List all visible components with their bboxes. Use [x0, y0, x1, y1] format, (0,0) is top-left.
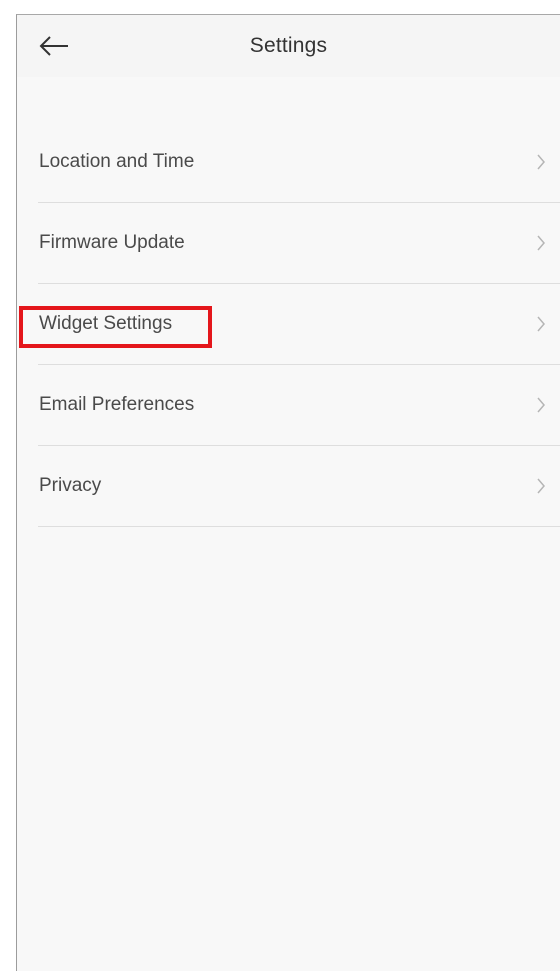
chevron-right-icon	[537, 316, 545, 332]
settings-screen: Settings Location and Time Firmware Upda…	[16, 14, 560, 971]
page-title: Settings	[249, 34, 328, 57]
header-bar: Settings	[17, 15, 560, 77]
settings-item-firmware-update[interactable]: Firmware Update	[38, 203, 560, 284]
chevron-right-icon	[537, 397, 545, 413]
settings-item-label: Email Preferences	[39, 394, 195, 415]
settings-item-email-preferences[interactable]: Email Preferences	[38, 365, 560, 446]
settings-item-label: Privacy	[39, 475, 102, 496]
chevron-right-icon	[537, 478, 545, 494]
chevron-right-icon	[537, 235, 545, 251]
settings-item-label: Firmware Update	[39, 232, 185, 253]
settings-item-label: Widget Settings	[39, 313, 173, 334]
settings-item-label: Location and Time	[39, 151, 195, 172]
chevron-right-icon	[537, 154, 545, 170]
settings-item-privacy[interactable]: Privacy	[38, 446, 560, 527]
settings-item-location-and-time[interactable]: Location and Time	[38, 122, 560, 203]
settings-list: Location and Time Firmware Update Widget…	[38, 122, 560, 527]
settings-item-widget-settings[interactable]: Widget Settings	[38, 284, 560, 365]
